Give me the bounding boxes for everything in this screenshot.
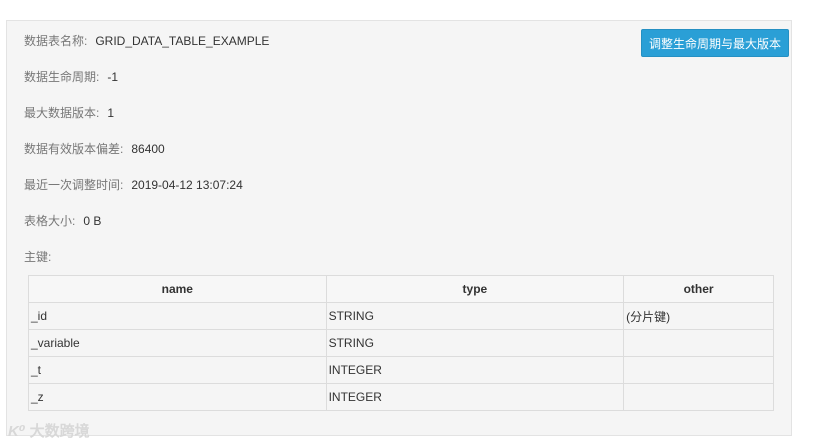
- table-details-panel: 数据表名称: GRID_DATA_TABLE_EXAMPLE 数据生命周期: -1 …: [6, 20, 792, 436]
- max-versions-row: 最大数据版本: 1: [24, 105, 114, 121]
- table-size-value: 0 B: [83, 214, 102, 228]
- ttl-value: -1: [107, 70, 119, 84]
- primary-key-table: name type other _id STRING (分片键) _variab…: [28, 275, 774, 411]
- adjust-lifecycle-button[interactable]: 调整生命周期与最大版本: [641, 29, 789, 57]
- table-size-label: 表格大小:: [24, 214, 76, 228]
- table-header-row: name type other: [28, 275, 774, 303]
- table-name-label: 数据表名称:: [24, 34, 88, 48]
- column-header-type: type: [325, 275, 625, 303]
- cell-name: _z: [28, 383, 327, 411]
- table-name-row: 数据表名称: GRID_DATA_TABLE_EXAMPLE: [24, 33, 269, 49]
- table-row: _id STRING (分片键): [28, 302, 774, 330]
- cell-name: _id: [28, 302, 327, 330]
- last-adjust-value: 2019-04-12 13:07:24: [131, 178, 243, 192]
- table-row: _z INTEGER: [28, 383, 774, 411]
- column-header-other: other: [623, 275, 774, 303]
- last-adjust-row: 最近一次调整时间: 2019-04-12 13:07:24: [24, 177, 243, 193]
- cell-other: [623, 383, 774, 411]
- table-size-row: 表格大小: 0 B: [24, 213, 101, 229]
- cell-name: _t: [28, 356, 327, 384]
- table-name-value: GRID_DATA_TABLE_EXAMPLE: [95, 34, 270, 48]
- max-versions-label: 最大数据版本:: [24, 106, 100, 120]
- version-deviation-row: 数据有效版本偏差: 86400: [24, 141, 165, 157]
- last-adjust-label: 最近一次调整时间:: [24, 178, 124, 192]
- cell-name: _variable: [28, 329, 327, 357]
- cell-type: STRING: [325, 329, 625, 357]
- primary-key-row: 主键:: [24, 249, 51, 265]
- watermark-text: 大数跨境: [29, 423, 90, 440]
- watermark: K⁰ 大数跨境: [8, 420, 90, 441]
- watermark-logo: K⁰: [8, 423, 26, 440]
- ttl-row: 数据生命周期: -1: [24, 69, 118, 85]
- cell-type: STRING: [325, 302, 625, 330]
- cell-type: INTEGER: [325, 356, 625, 384]
- cell-other: (分片键): [623, 302, 774, 330]
- table-row: _variable STRING: [28, 329, 774, 357]
- column-header-name: name: [28, 275, 327, 303]
- cell-other: [623, 356, 774, 384]
- ttl-label: 数据生命周期:: [24, 70, 100, 84]
- primary-key-label: 主键:: [24, 250, 52, 264]
- max-versions-value: 1: [107, 106, 115, 120]
- table-row: _t INTEGER: [28, 356, 774, 384]
- cell-type: INTEGER: [325, 383, 625, 411]
- version-deviation-value: 86400: [131, 142, 165, 156]
- cell-other: [623, 329, 774, 357]
- version-deviation-label: 数据有效版本偏差:: [24, 142, 124, 156]
